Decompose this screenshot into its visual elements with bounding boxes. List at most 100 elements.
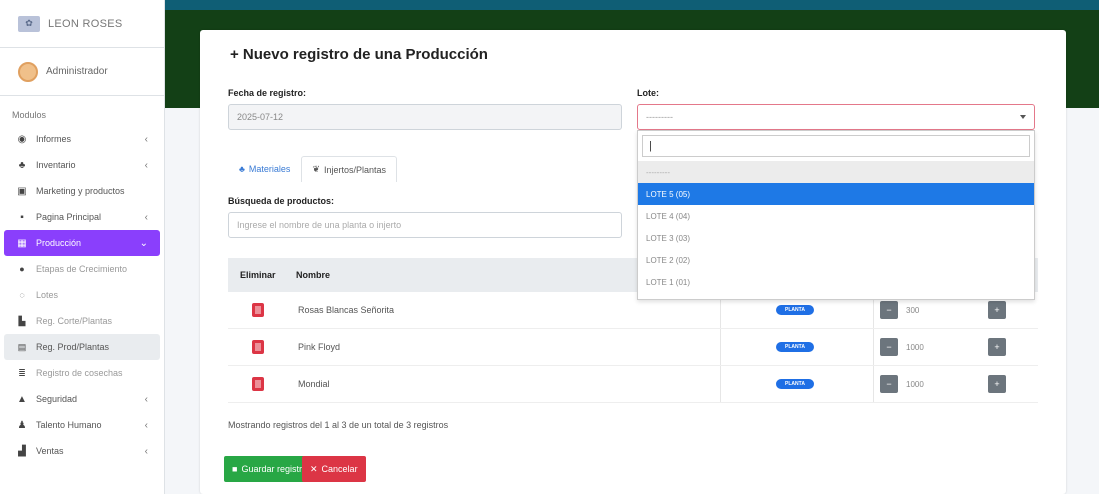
sidebar-item-marketing[interactable]: ▣ Marketing y productos <box>4 178 160 204</box>
sidebar-item-ventas[interactable]: ▟ Ventas ‹ <box>4 438 160 464</box>
users-icon: ♣ <box>18 159 26 171</box>
sidebar-item-produccion[interactable]: ▦ Producción ⌄ <box>4 230 160 256</box>
sidebar-item-label: Reg. Corte/Plantas <box>36 316 113 326</box>
sidebar-item-label: Lotes <box>36 290 59 300</box>
tab-injertos[interactable]: ❦ Injertos/Plantas <box>301 156 398 182</box>
sidebar-item-cosechas[interactable]: ≣ Registro de cosechas <box>4 360 160 386</box>
fecha-input[interactable]: 2025-07-12 <box>228 104 622 130</box>
plus-button[interactable]: + <box>988 375 1006 393</box>
col-eliminar: Eliminar <box>240 270 276 280</box>
delete-button[interactable] <box>252 340 264 354</box>
ring-icon: ◌ <box>19 290 25 300</box>
save-icon: ■ <box>232 464 238 474</box>
dropdown-option[interactable]: LOTE 1 (01) <box>638 271 1034 293</box>
sidebar-item-reg-prod[interactable]: ▤ Reg. Prod/Plantas <box>4 334 160 360</box>
lote-select[interactable]: --------- <box>637 104 1035 130</box>
sidebar-item-etapas[interactable]: ● Etapas de Crecimiento <box>4 256 160 282</box>
plus-button[interactable]: + <box>988 301 1006 319</box>
sidebar-item-informes[interactable]: ◉ Informes ‹ <box>4 126 160 152</box>
cancel-label: Cancelar <box>321 464 358 474</box>
dropdown-option[interactable]: LOTE 2 (02) <box>638 249 1034 271</box>
sidebar: ✿ LEON ROSES Administrador Modulos ◉ Inf… <box>0 0 165 494</box>
chevron-left-icon: ‹ <box>144 393 148 405</box>
user-panel[interactable]: Administrador <box>0 48 164 96</box>
quantity-value[interactable]: 1000 <box>898 338 988 356</box>
sidebar-item-label: Seguridad <box>36 394 78 404</box>
table-icon: ▙ <box>18 315 26 326</box>
chevron-left-icon: ‹ <box>144 211 148 223</box>
lote-dropdown: | --------- LOTE 5 (05) LOTE 4 (04) LOTE… <box>637 130 1035 300</box>
close-icon: ✕ <box>310 463 318 474</box>
tab-bar: ♣ Materiales ❦ Injertos/Plantas <box>228 156 398 182</box>
sidebar-item-inventario[interactable]: ♣ Inventario ‹ <box>4 152 160 178</box>
fecha-value: 2025-07-12 <box>237 112 284 122</box>
quantity-stepper[interactable]: − 1000 + <box>880 375 1006 393</box>
brand-logo-icon: ✿ <box>18 15 40 32</box>
plus-button[interactable]: + <box>988 338 1006 356</box>
tab-label: Materiales <box>248 164 291 174</box>
globe-icon: ◉ <box>17 133 27 145</box>
search-label: Búsqueda de productos: <box>228 196 335 206</box>
sidebar-item-label: Etapas de Crecimiento <box>36 264 128 274</box>
sidebar-item-label: Reg. Prod/Plantas <box>36 342 110 352</box>
dropdown-option[interactable]: LOTE 5 (05) <box>638 183 1034 205</box>
delete-button[interactable] <box>252 377 264 391</box>
sidebar-section-header: Modulos <box>12 110 47 120</box>
chevron-left-icon: ‹ <box>144 445 148 457</box>
users-icon: ♣ <box>239 164 245 174</box>
sidebar-item-lotes[interactable]: ◌ Lotes <box>4 282 160 308</box>
sidebar-item-label: Pagina Principal <box>36 212 102 222</box>
dropdown-option[interactable]: LOTE 3 (03) <box>638 227 1034 249</box>
product-name: Rosas Blancas Señorita <box>298 305 395 315</box>
dropdown-search-input[interactable]: | <box>642 135 1030 157</box>
quantity-stepper[interactable]: − 300 + <box>880 301 1006 319</box>
fecha-label: Fecha de registro: <box>228 88 307 98</box>
chevron-down-icon: ⌄ <box>139 237 148 249</box>
sidebar-item-label: Producción <box>36 238 82 248</box>
circle-icon: ● <box>19 264 25 274</box>
sidebar-item-reg-corte[interactable]: ▙ Reg. Corte/Plantas <box>4 308 160 334</box>
product-name: Mondial <box>298 379 330 389</box>
sidebar-item-label: Inventario <box>36 160 76 170</box>
quantity-value[interactable]: 1000 <box>898 375 988 393</box>
type-badge: PLANTA <box>776 305 814 315</box>
sidebar-item-talento[interactable]: ♟ Talento Humano ‹ <box>4 412 160 438</box>
lock-icon: ▲ <box>17 393 27 405</box>
avatar <box>18 61 38 82</box>
minus-button[interactable]: − <box>880 338 898 356</box>
sidebar-item-seguridad[interactable]: ▲ Seguridad ‹ <box>4 386 160 412</box>
dropdown-option[interactable]: LOTE 4 (04) <box>638 205 1034 227</box>
product-name: Pink Floyd <box>298 342 341 352</box>
chevron-left-icon: ‹ <box>144 159 148 171</box>
cancel-button[interactable]: ✕ Cancelar <box>302 456 366 482</box>
table-row: Mondial PLANTA − 1000 + <box>228 366 1038 403</box>
quantity-value[interactable]: 300 <box>898 301 988 319</box>
type-badge: PLANTA <box>776 342 814 352</box>
page-title: + Nuevo registro de una Producción <box>230 46 488 63</box>
table-row: Pink Floyd PLANTA − 1000 + <box>228 329 1038 366</box>
sidebar-item-label: Talento Humano <box>36 420 102 430</box>
list-icon: ≣ <box>18 367 26 378</box>
seedling-icon: ❦ <box>312 164 320 174</box>
delete-button[interactable] <box>252 303 264 317</box>
sidebar-item-label: Ventas <box>36 446 64 456</box>
brand-name: LEON ROSES <box>48 17 123 30</box>
calendar-icon: ▦ <box>17 237 27 249</box>
megaphone-icon: ▣ <box>17 185 27 197</box>
chevron-left-icon: ‹ <box>144 419 148 431</box>
form-card: + Nuevo registro de una Producción Fecha… <box>200 30 1066 494</box>
user-name: Administrador <box>46 66 108 77</box>
tab-materiales[interactable]: ♣ Materiales <box>228 156 301 182</box>
brand[interactable]: ✿ LEON ROSES <box>0 0 164 48</box>
dropdown-option[interactable]: --------- <box>638 161 1034 183</box>
quantity-stepper[interactable]: − 1000 + <box>880 338 1006 356</box>
sidebar-item-label: Informes <box>36 134 72 144</box>
sidebar-item-label: Registro de cosechas <box>36 368 123 378</box>
minus-button[interactable]: − <box>880 301 898 319</box>
search-input[interactable]: Ingrese el nombre de una planta o injert… <box>228 212 622 238</box>
table-info: Mostrando registros del 1 al 3 de un tot… <box>228 420 449 430</box>
table-icon: ▤ <box>17 341 27 352</box>
minus-button[interactable]: − <box>880 375 898 393</box>
sidebar-item-pagina-principal[interactable]: ▪ Pagina Principal ‹ <box>4 204 160 230</box>
people-icon: ♟ <box>17 419 27 431</box>
